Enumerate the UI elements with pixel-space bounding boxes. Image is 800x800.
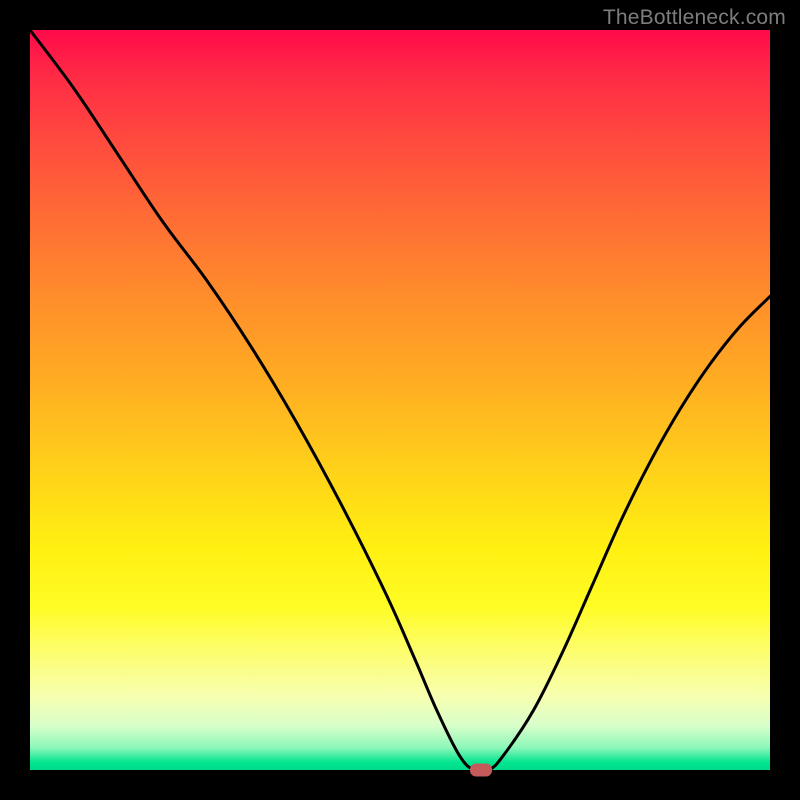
chart-frame: TheBottleneck.com (0, 0, 800, 800)
optimal-marker (470, 764, 492, 777)
curve-svg (30, 30, 770, 770)
bottleneck-curve (30, 30, 770, 770)
watermark-text: TheBottleneck.com (603, 6, 786, 30)
plot-area (30, 30, 770, 770)
